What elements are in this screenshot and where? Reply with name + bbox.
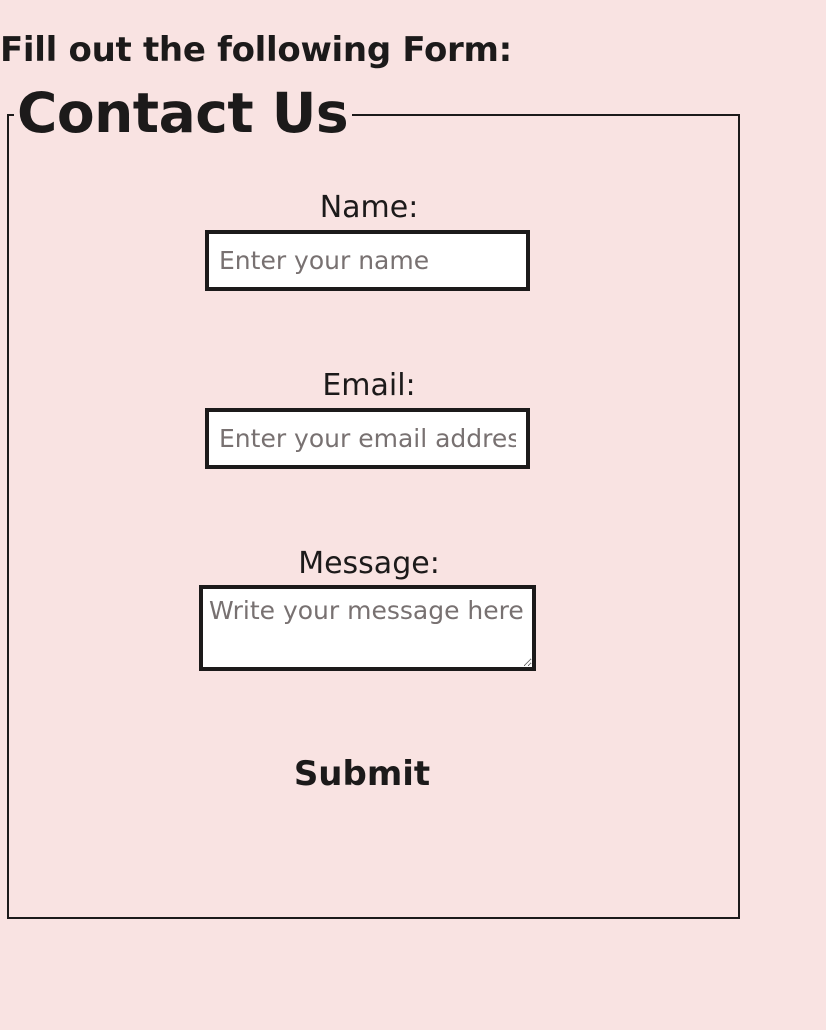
contact-form-fieldset: Contact Us Name: Email: Message: Submit <box>7 81 740 919</box>
form-legend: Contact Us <box>14 81 353 145</box>
name-label: Name: <box>319 190 419 225</box>
message-textarea[interactable] <box>199 585 536 671</box>
message-label: Message: <box>298 546 440 581</box>
name-input[interactable] <box>205 230 530 291</box>
page-heading: Fill out the following Form: <box>0 30 512 70</box>
email-input[interactable] <box>205 408 530 469</box>
email-label: Email: <box>322 368 416 403</box>
submit-button[interactable]: Submit <box>279 746 445 802</box>
